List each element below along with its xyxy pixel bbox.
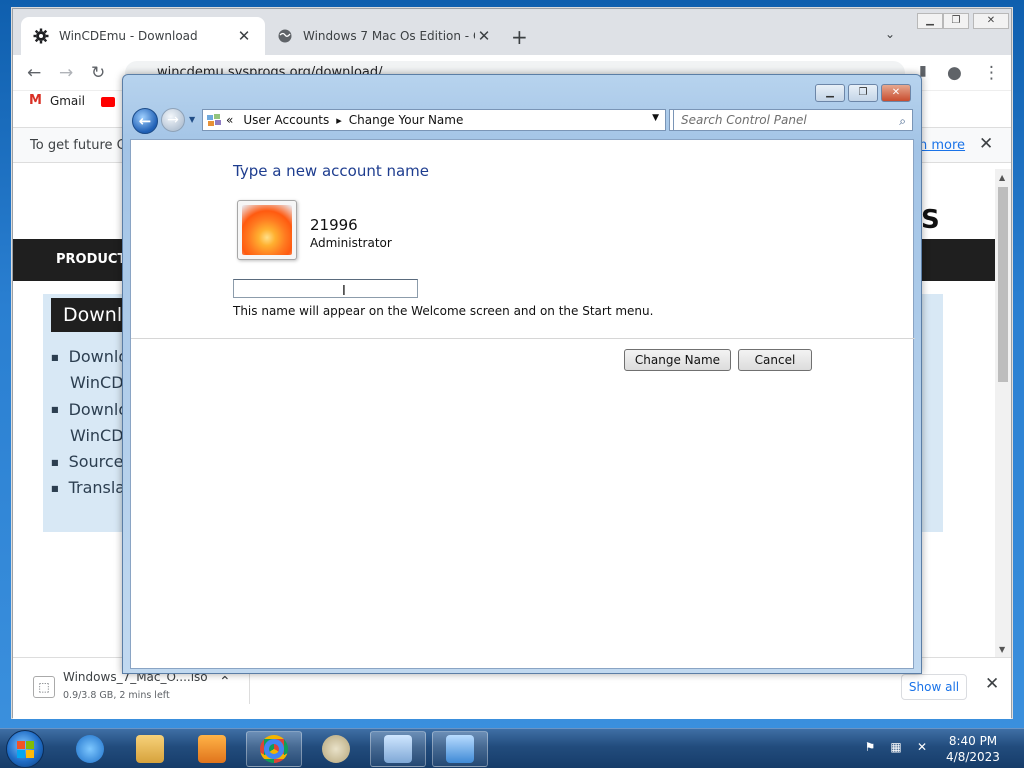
clock-time: 8:40 PM [948, 734, 998, 748]
minimize-icon[interactable]: ▁ [815, 84, 845, 102]
taskbar-control-panel[interactable] [432, 731, 488, 767]
tab-title: Windows 7 Mac Os Edition - Coll [303, 29, 475, 43]
maximize-icon[interactable]: ❐ [943, 13, 969, 29]
close-icon[interactable]: ✕ [475, 27, 493, 45]
forward-arrow-icon[interactable]: → [161, 108, 185, 132]
site-logo: S [921, 205, 940, 235]
control-panel-icon [446, 735, 474, 763]
list-item[interactable]: WinCD [51, 370, 128, 396]
learn-more-link[interactable]: n more [919, 138, 965, 153]
tab-strip: WinCDEmu - Download ✕ Windows 7 Mac Os E… [13, 9, 1011, 55]
start-button[interactable] [6, 730, 44, 768]
system-tray: ⚑ ▦ ✕ [862, 740, 940, 756]
name-hint: This name will appear on the Welcome scr… [233, 304, 654, 318]
taskbar-file-manager[interactable] [370, 731, 426, 767]
info-message: To get future Go [30, 138, 135, 153]
gmail-icon: M [29, 93, 42, 108]
breadcrumb[interactable]: « User Accounts ▸ Change Your Name ▼ [202, 109, 666, 131]
download-status: 0.9/3.8 GB, 2 mins left [63, 690, 170, 701]
divider [249, 670, 250, 704]
page-title: Type a new account name [233, 162, 430, 180]
chrome-icon [260, 735, 288, 763]
new-tab-button[interactable]: + [511, 25, 528, 49]
explorer-icon [136, 735, 164, 763]
paint-icon [322, 735, 350, 763]
control-panel-icon [206, 113, 222, 127]
search-icon[interactable]: ⌕ [899, 111, 906, 131]
network-icon[interactable]: ▦ [888, 740, 904, 756]
maximize-icon[interactable]: ❐ [848, 84, 878, 102]
bookmark-label: Gmail [49, 93, 85, 108]
gear-icon [33, 28, 49, 44]
close-icon[interactable]: ✕ [985, 674, 999, 694]
search-input[interactable]: Search Control Panel ⌕ [673, 109, 913, 131]
volume-muted-icon[interactable]: ✕ [914, 740, 930, 756]
profile-avatar-icon[interactable]: ● [947, 63, 962, 83]
clock-date: 4/8/2023 [946, 750, 1000, 764]
text-cursor-icon: I [342, 284, 346, 299]
taskbar-chrome[interactable] [246, 731, 302, 767]
nav-item-products[interactable]: PRODUCT [56, 252, 126, 267]
file-icon: ⬚ [33, 676, 55, 698]
new-name-field[interactable] [233, 279, 418, 298]
change-name-button[interactable]: Change Name [624, 349, 731, 371]
chevron-up-icon[interactable]: ⌃ [219, 674, 231, 690]
tab-windows7[interactable]: Windows 7 Mac Os Edition - Coll ✕ [265, 17, 505, 55]
internet-explorer-icon [76, 735, 104, 763]
media-player-icon [198, 735, 226, 763]
minimize-icon[interactable]: ▁ [917, 13, 943, 29]
breadcrumb-overflow[interactable]: « [226, 113, 233, 127]
windows-logo-icon [17, 741, 35, 759]
account-name: 21996 [310, 216, 358, 234]
download-list: Downlo WinCD Downlo WinCD Source Transla [51, 344, 129, 502]
back-arrow-icon[interactable]: ← [27, 63, 41, 83]
flower-picture-icon [242, 205, 292, 255]
search-placeholder: Search Control Panel [681, 113, 807, 127]
list-item[interactable]: Downlo [51, 397, 129, 423]
close-icon[interactable]: ✕ [235, 27, 253, 45]
bookmark-gmail[interactable]: M Gmail [29, 93, 85, 108]
tab-title: WinCDEmu - Download [59, 29, 198, 43]
breadcrumb-item-change-name[interactable]: Change Your Name [349, 113, 464, 127]
scroll-up-icon[interactable]: ▲ [999, 173, 1005, 182]
breadcrumb-arrow-icon[interactable]: ▸ [336, 114, 342, 127]
avatar [237, 200, 297, 260]
page-scrollbar[interactable]: ▲ ▼ [995, 169, 1011, 657]
account-role: Administrator [310, 236, 392, 250]
breadcrumb-item-user-accounts[interactable]: User Accounts [243, 113, 329, 127]
list-item[interactable]: WinCD [51, 423, 128, 449]
close-icon[interactable]: ✕ [979, 134, 993, 154]
tab-search-chevron-icon[interactable]: ⌄ [885, 27, 895, 41]
forward-arrow-icon[interactable]: → [59, 63, 73, 83]
clock[interactable]: 8:40 PM 4/8/2023 [940, 733, 1006, 765]
list-item[interactable]: Downlo [51, 344, 129, 370]
taskbar-internet-explorer[interactable] [62, 731, 118, 767]
taskbar-paint[interactable] [308, 731, 364, 767]
caption-buttons: ▁ ❐ ✕ [815, 84, 914, 102]
reload-icon[interactable]: ↻ [91, 63, 105, 83]
scroll-down-icon[interactable]: ▼ [999, 645, 1005, 654]
close-window-icon[interactable]: ✕ [973, 13, 1009, 29]
show-all-button[interactable]: Show all [901, 674, 967, 700]
divider [131, 338, 915, 339]
content-area: Type a new account name 21996 Administra… [130, 139, 915, 669]
globe-icon [277, 28, 293, 44]
youtube-icon[interactable] [101, 97, 115, 107]
menu-kebab-icon[interactable]: ⋮ [983, 63, 1000, 83]
taskbar: ⚑ ▦ ✕ 8:40 PM 4/8/2023 [0, 728, 1024, 768]
list-item[interactable]: Source [51, 449, 128, 475]
back-arrow-icon[interactable]: ← [132, 108, 158, 134]
taskbar-media-player[interactable] [184, 731, 240, 767]
control-panel-window: ▁ ❐ ✕ ← → ▼ « User Accounts ▸ Change You… [122, 74, 922, 674]
taskbar-explorer[interactable] [122, 731, 178, 767]
dropdown-arrow-icon[interactable]: ▼ [652, 113, 659, 123]
action-center-flag-icon[interactable]: ⚑ [862, 740, 878, 756]
tab-wincdemu[interactable]: WinCDEmu - Download ✕ [21, 17, 265, 55]
scrollbar-thumb[interactable] [998, 187, 1008, 382]
cancel-button[interactable]: Cancel [738, 349, 812, 371]
recent-pages-chevron-icon[interactable]: ▼ [189, 115, 195, 124]
list-item[interactable]: Transla [51, 475, 128, 501]
file-manager-icon [384, 735, 412, 763]
close-window-icon[interactable]: ✕ [881, 84, 911, 102]
